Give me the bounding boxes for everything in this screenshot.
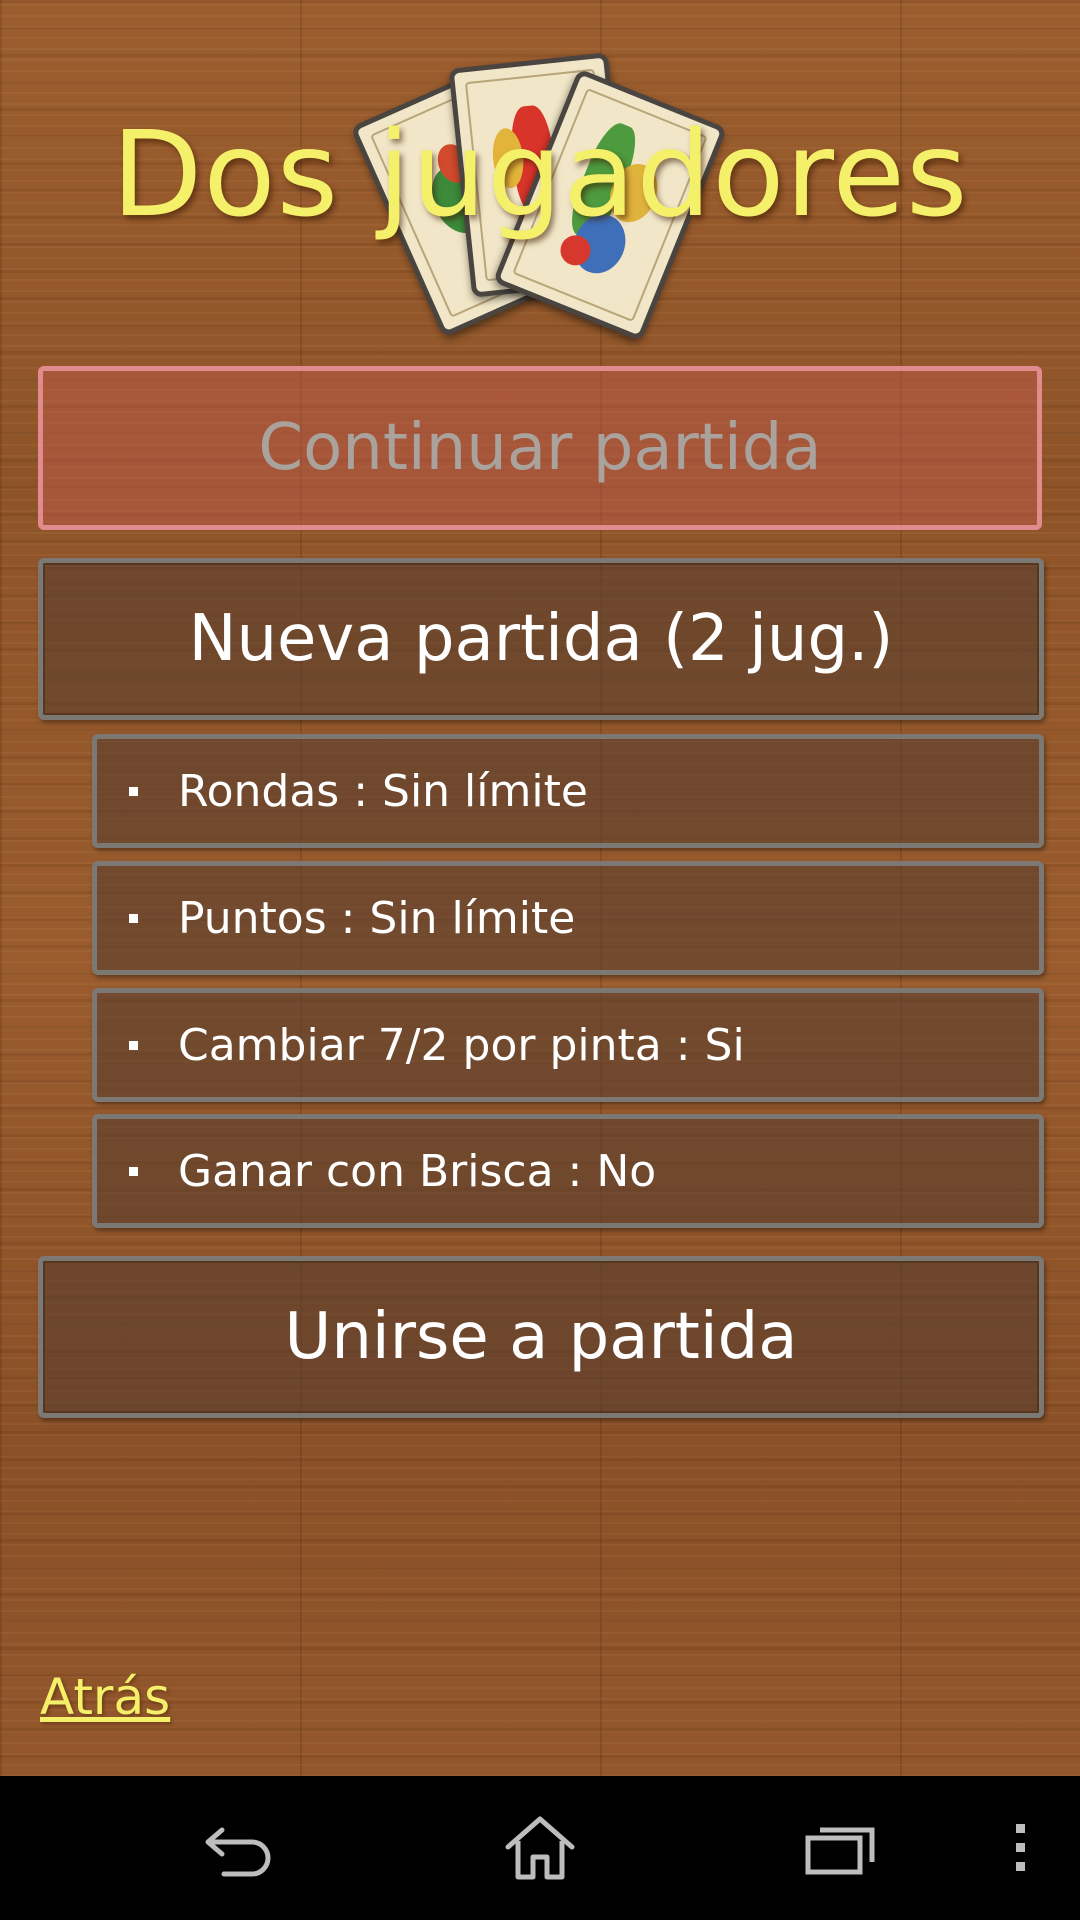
option-win-brisca[interactable]: Ganar con Brisca : No <box>92 1114 1044 1228</box>
back-icon[interactable] <box>180 1798 300 1898</box>
option-rounds[interactable]: Rondas : Sin límite <box>92 734 1044 848</box>
bullet-icon <box>129 913 138 923</box>
bullet-icon <box>129 786 138 796</box>
overflow-menu-icon[interactable] <box>990 1798 1050 1898</box>
option-label: Puntos : Sin límite <box>178 892 576 944</box>
option-points[interactable]: Puntos : Sin límite <box>92 861 1044 975</box>
bullet-icon <box>129 1040 138 1050</box>
recent-apps-icon[interactable] <box>780 1798 900 1898</box>
option-label: Ganar con Brisca : No <box>178 1145 657 1197</box>
option-swap-seven[interactable]: Cambiar 7/2 por pinta : Si <box>92 988 1044 1102</box>
continue-game-button[interactable]: Continuar partida <box>38 366 1042 530</box>
screen: Dos jugadores Continuar partida Nueva pa… <box>0 0 1080 1920</box>
bullet-icon <box>129 1166 138 1176</box>
back-link[interactable]: Atrás <box>40 1668 170 1726</box>
system-navigation-bar <box>0 1776 1080 1920</box>
home-icon[interactable] <box>480 1798 600 1898</box>
option-label: Rondas : Sin límite <box>178 765 588 817</box>
join-game-button[interactable]: Unirse a partida <box>38 1256 1044 1418</box>
new-game-button[interactable]: Nueva partida (2 jug.) <box>38 558 1044 720</box>
option-label: Cambiar 7/2 por pinta : Si <box>178 1019 745 1071</box>
page-title: Dos jugadores <box>111 105 969 243</box>
